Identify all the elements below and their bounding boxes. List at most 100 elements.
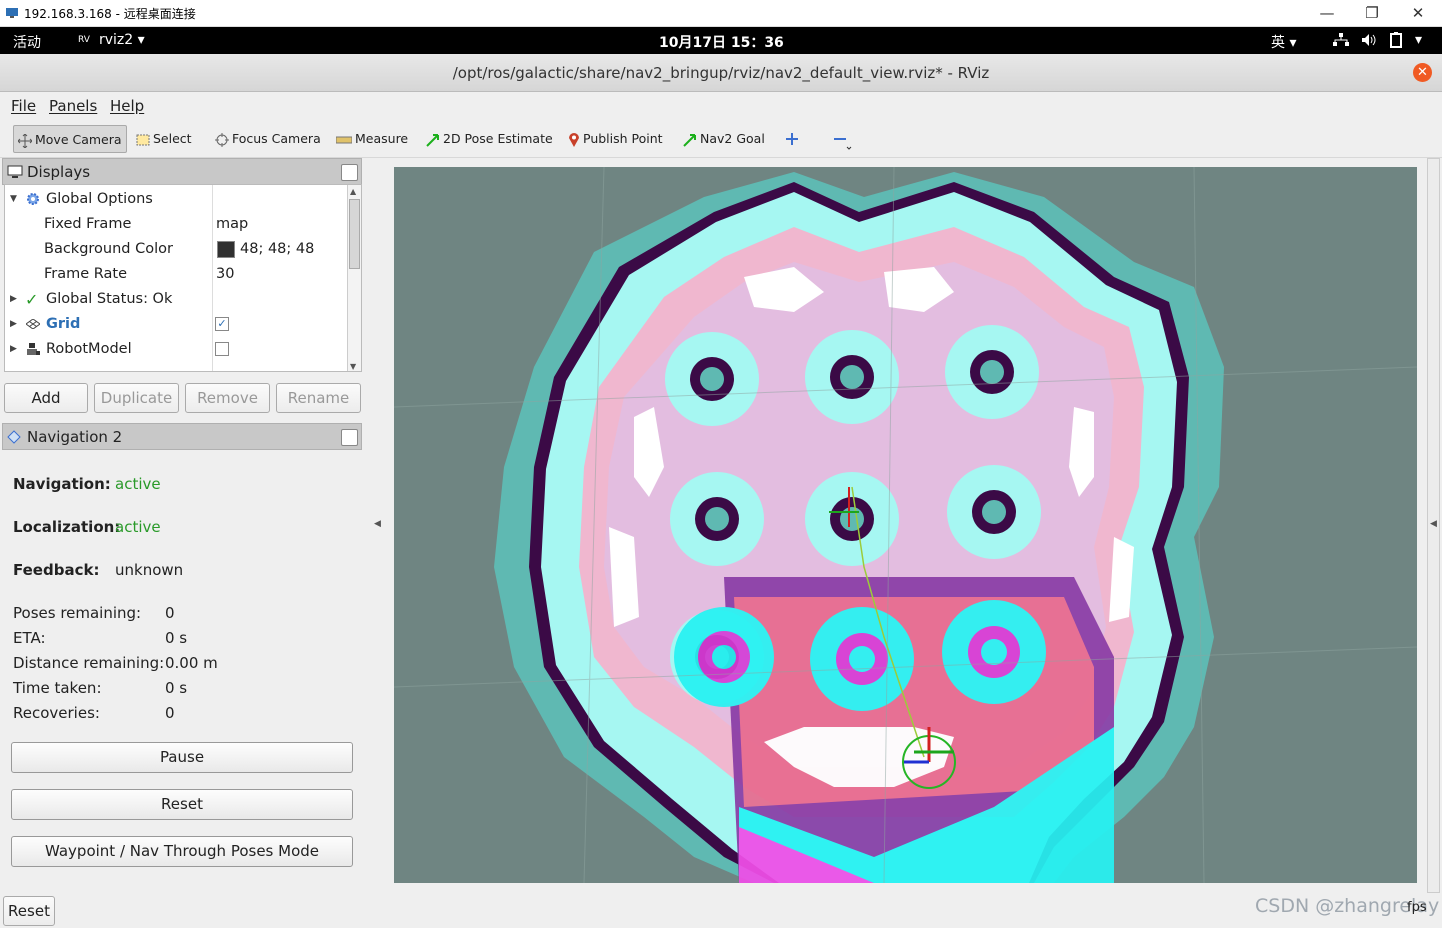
system-menu-chevron-icon[interactable]: ▾ — [1415, 32, 1422, 48]
duplicate-display-button[interactable]: Duplicate — [94, 383, 179, 413]
navigation-state-value: active — [115, 475, 161, 493]
collapse-left-icon[interactable]: ◀ — [374, 519, 381, 529]
pause-button[interactable]: Pause — [11, 742, 353, 773]
color-swatch[interactable] — [217, 241, 235, 258]
stat-value: 0 s — [165, 679, 188, 697]
tool-select[interactable]: Select — [133, 125, 192, 153]
background-color-value[interactable]: 48; 48; 48 — [240, 237, 314, 262]
tool-label: Move Camera — [35, 132, 122, 147]
ruler-icon — [336, 136, 352, 143]
minimize-button[interactable]: — — [1312, 3, 1342, 23]
stat-value: 0.00 m — [165, 654, 218, 672]
goal-arrow-icon — [683, 133, 696, 147]
add-display-button[interactable]: Add — [4, 383, 88, 413]
tool-2d-pose-estimate[interactable]: 2D Pose Estimate — [423, 125, 553, 153]
displays-tree: ▼ Global Options Fixed Frame map Backgro… — [4, 184, 362, 372]
rdp-window-title: 192.168.3.168 - 远程桌面连接 — [24, 7, 196, 21]
expand-right-icon[interactable]: ▶ — [10, 312, 17, 337]
expand-right-icon[interactable]: ▶ — [10, 337, 17, 362]
scroll-thumb[interactable] — [349, 199, 360, 269]
localization-state-value: active — [115, 518, 161, 536]
right-dock-handle[interactable]: ◀ — [1427, 158, 1440, 893]
close-rdp-button[interactable]: ✕ — [1403, 3, 1433, 23]
volume-icon[interactable] — [1361, 33, 1377, 47]
local-costmap — [674, 577, 1114, 883]
feedback-label: Feedback: — [13, 561, 100, 579]
tree-row-background-color[interactable]: Background Color 48; 48; 48 — [5, 237, 349, 262]
monitor-icon — [7, 165, 23, 178]
input-method-menu[interactable]: 英 ▾ — [1271, 32, 1296, 52]
reset-time-button[interactable]: Reset — [3, 896, 55, 926]
feedback-value: unknown — [115, 561, 184, 579]
app-menu[interactable]: rviz2 ▾ — [99, 32, 145, 48]
nav-reset-button[interactable]: Reset — [11, 789, 353, 820]
tool-measure[interactable]: Measure — [333, 125, 408, 153]
rviz-window-titlebar: /opt/ros/galactic/share/nav2_bringup/rvi… — [0, 54, 1442, 92]
tree-label: Background Color — [44, 241, 173, 257]
robot-model-checkbox[interactable] — [215, 342, 229, 356]
tree-row-frame-rate[interactable]: Frame Rate 30 — [5, 262, 349, 287]
frame-rate-value[interactable]: 30 — [216, 262, 234, 287]
gnome-top-bar: 活动 RV rviz2 ▾ 10月17日 15：36 英 ▾ ▾ — [0, 27, 1442, 54]
expand-down-icon[interactable]: ▼ — [10, 187, 17, 212]
map-pin-icon — [569, 132, 579, 147]
navigation-title: Navigation 2 — [27, 428, 123, 446]
fixed-frame-value[interactable]: map — [216, 212, 248, 237]
waypoint-mode-button[interactable]: Waypoint / Nav Through Poses Mode — [11, 836, 353, 867]
menu-file[interactable]: File — [11, 97, 36, 115]
clock[interactable]: 10月17日 15：36 — [659, 32, 784, 52]
scroll-up-icon[interactable]: ▲ — [350, 187, 356, 196]
stat-label: Recoveries: — [13, 704, 100, 722]
localization-state-label: Localization: — [13, 518, 121, 536]
robot-icon — [27, 343, 40, 355]
tool-move-camera[interactable]: Move Camera — [13, 125, 127, 153]
displays-panel-header: Displays — [2, 158, 362, 185]
close-window-button[interactable]: ✕ — [1413, 63, 1432, 82]
tool-label: Measure — [355, 131, 409, 146]
activities-button[interactable]: 活动 — [13, 32, 41, 52]
tool-publish-point[interactable]: Publish Point — [565, 125, 663, 153]
checkmark-icon: ✓ — [25, 290, 39, 309]
tree-row-global-status[interactable]: ▶ ✓ Global Status: Ok — [5, 287, 349, 312]
tool-label: 2D Pose Estimate — [443, 131, 553, 146]
battery-icon[interactable] — [1390, 32, 1402, 48]
stat-label: Distance remaining: — [13, 654, 165, 672]
tool-nav2-goal[interactable]: Nav2 Goal — [680, 125, 765, 153]
grid-icon — [26, 319, 40, 329]
tree-row-fixed-frame[interactable]: Fixed Frame map — [5, 212, 349, 237]
scroll-down-icon[interactable]: ▼ — [350, 362, 356, 371]
stat-value: 0 — [165, 704, 175, 722]
displays-float-checkbox[interactable] — [341, 164, 358, 181]
expand-right-panel-icon[interactable]: ◀ — [1430, 519, 1437, 529]
remove-tool-minus-icon[interactable] — [833, 132, 853, 152]
rviz-window-title: /opt/ros/galactic/share/nav2_bringup/rvi… — [452, 64, 990, 82]
tool-label: Nav2 Goal — [700, 131, 765, 146]
menu-panels[interactable]: Panels — [49, 97, 97, 115]
remove-display-button[interactable]: Remove — [185, 383, 270, 413]
fps-counter: fps — [1407, 900, 1427, 915]
navigation-float-checkbox[interactable] — [341, 429, 358, 446]
tree-row-robot-model[interactable]: ▶ RobotModel — [5, 337, 349, 362]
tool-bar: Move Camera Select Focus Camera Measure … — [0, 120, 1442, 158]
tree-row-grid[interactable]: ▶ Grid ✓ — [5, 312, 349, 337]
rdp-title-bar: 192.168.3.168 - 远程桌面连接 — ❐ ✕ — [0, 0, 1442, 27]
stat-label: Poses remaining: — [13, 604, 142, 622]
render-viewport[interactable] — [394, 167, 1417, 883]
tree-label: Frame Rate — [44, 266, 128, 282]
tree-label: Grid — [46, 316, 81, 332]
tree-label: Global Options — [46, 191, 153, 207]
menu-help[interactable]: Help — [110, 97, 144, 115]
tree-scrollbar[interactable]: ▲ ▼ — [347, 185, 361, 371]
tree-row-global-options[interactable]: ▼ Global Options — [5, 187, 349, 212]
grid-enabled-checkbox[interactable]: ✓ — [215, 317, 229, 331]
add-tool-plus-icon[interactable] — [785, 132, 799, 146]
tool-focus-camera[interactable]: Focus Camera — [212, 125, 321, 153]
network-icon[interactable] — [1333, 33, 1349, 47]
stat-value: 0 s — [165, 629, 188, 647]
restore-button[interactable]: ❐ — [1357, 3, 1387, 23]
stat-value: 0 — [165, 604, 175, 622]
select-icon — [136, 134, 150, 145]
expand-right-icon[interactable]: ▶ — [10, 287, 17, 312]
tree-label: Global Status: Ok — [46, 291, 173, 307]
rename-display-button[interactable]: Rename — [276, 383, 361, 413]
